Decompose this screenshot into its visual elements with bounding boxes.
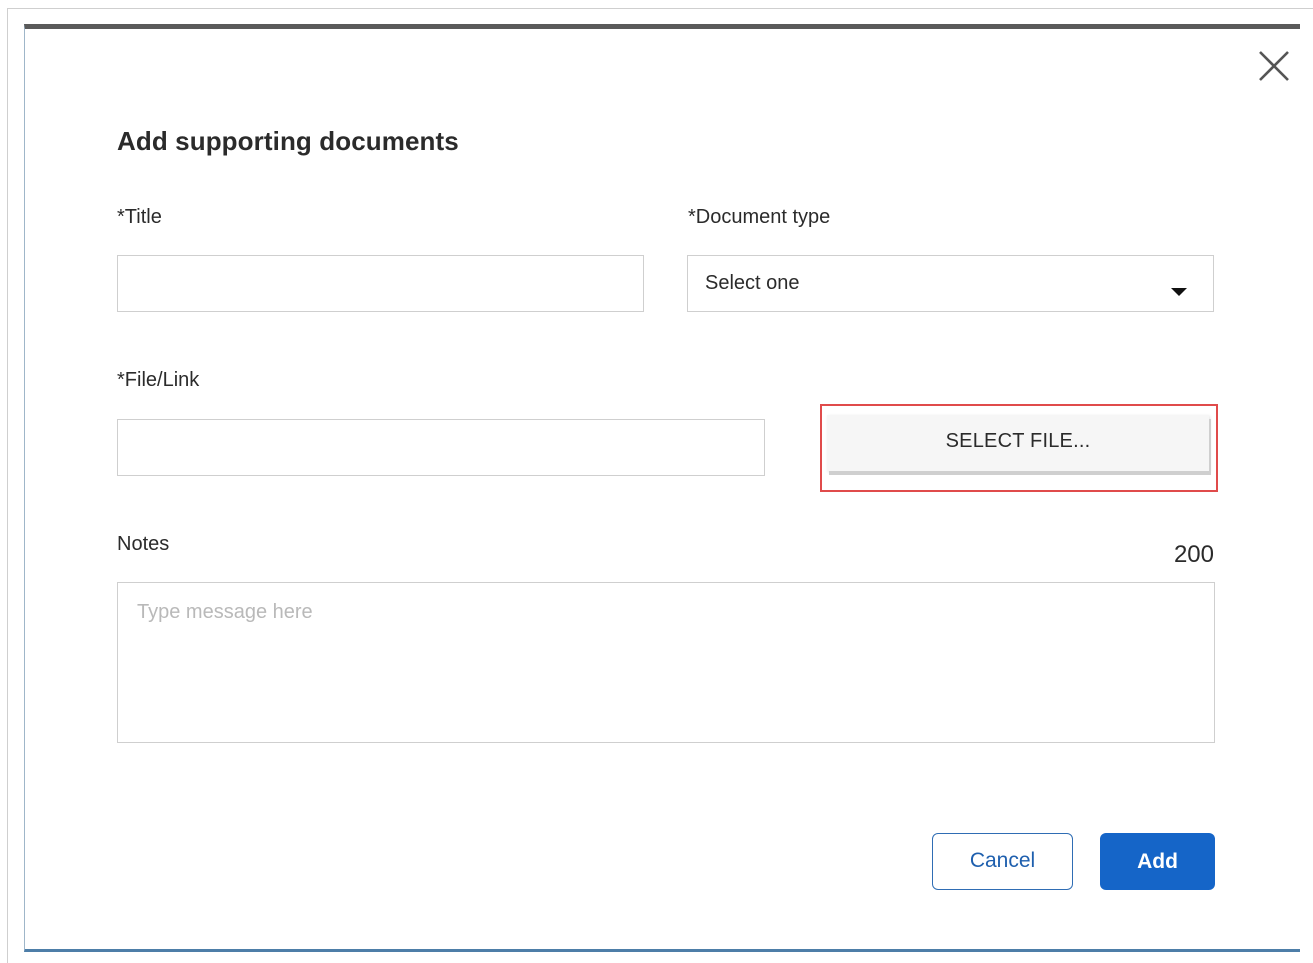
document-type-label: *Document type <box>688 206 831 228</box>
dialog-title: Add supporting documents <box>117 126 459 156</box>
close-button[interactable] <box>1257 49 1291 83</box>
close-icon <box>1259 51 1289 81</box>
notes-character-counter: 200 <box>1173 541 1214 568</box>
background-divider-left <box>7 8 8 963</box>
document-type-selected-value: Select one <box>705 272 800 294</box>
background-divider-top <box>7 8 1313 9</box>
title-input[interactable] <box>117 255 644 312</box>
notes-textarea[interactable] <box>117 582 1215 743</box>
title-label: *Title <box>117 206 162 228</box>
cancel-button[interactable]: Cancel <box>932 833 1073 890</box>
chevron-down-icon <box>1171 288 1187 296</box>
document-type-select[interactable]: Select one <box>687 255 1214 312</box>
select-file-button[interactable]: SELECT FILE... <box>827 415 1209 471</box>
file-link-input[interactable] <box>117 419 765 476</box>
notes-label: Notes <box>117 533 170 555</box>
page-frame: Add supporting documents *Title *Documen… <box>0 0 1313 963</box>
add-documents-dialog: Add supporting documents *Title *Documen… <box>24 24 1300 952</box>
add-button[interactable]: Add <box>1100 833 1215 890</box>
file-link-label: *File/Link <box>117 369 200 391</box>
